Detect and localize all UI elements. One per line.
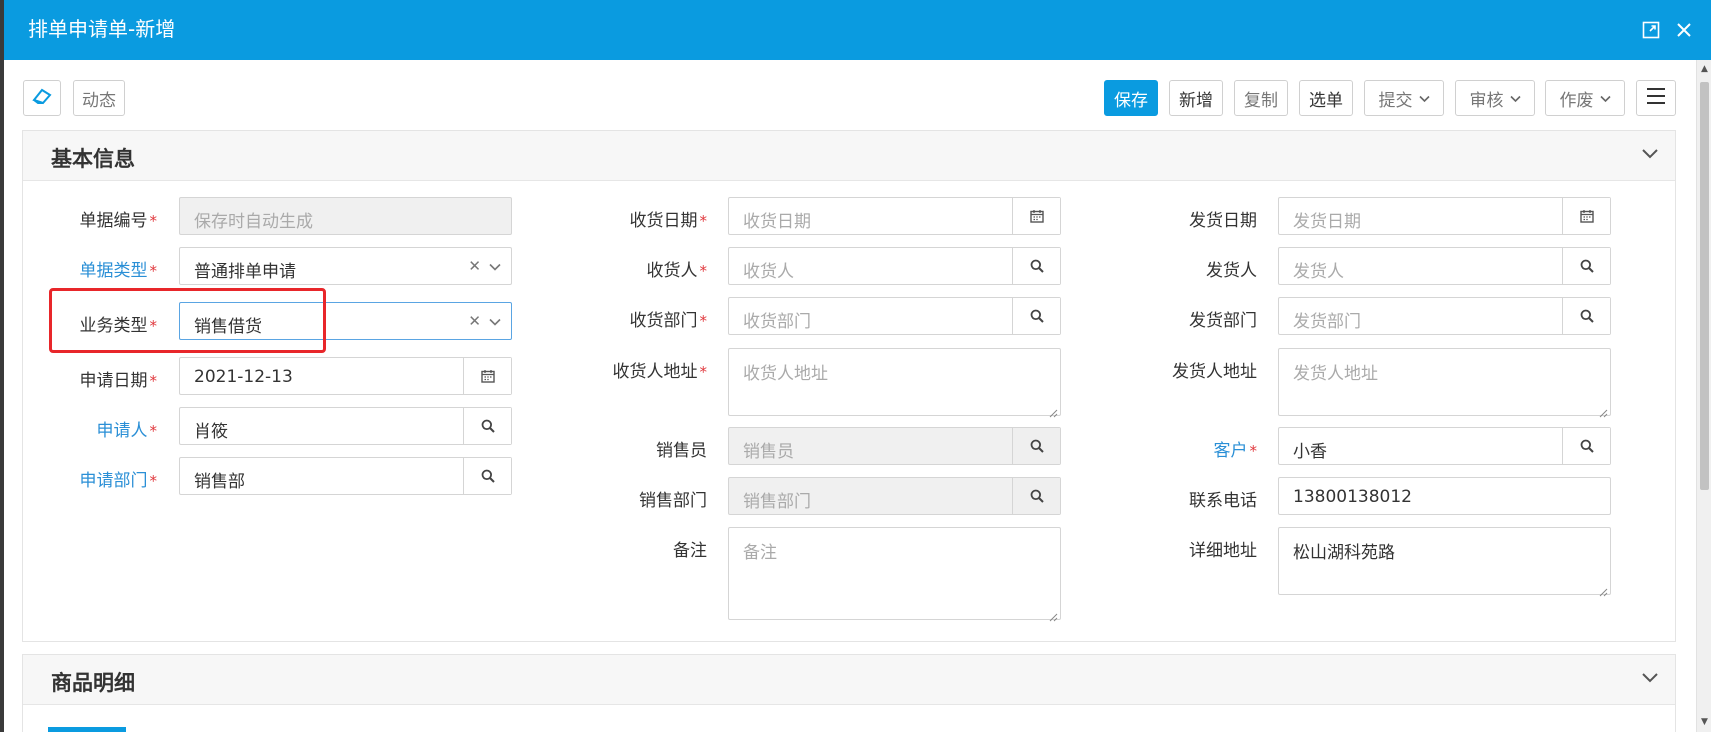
add-button[interactable]: 新增 bbox=[1169, 80, 1223, 116]
resize-handle-icon[interactable] bbox=[1598, 403, 1608, 418]
dynamic-button[interactable]: 动态 bbox=[73, 80, 125, 116]
phone-field[interactable]: 13800138012 bbox=[1278, 477, 1611, 515]
chevron-down-icon bbox=[1418, 88, 1430, 108]
calendar-icon[interactable] bbox=[463, 358, 511, 394]
search-icon[interactable] bbox=[1012, 298, 1060, 334]
receiver-label: 收货人 * bbox=[646, 261, 708, 281]
vertical-scrollbar[interactable]: ▲ ▼ bbox=[1696, 60, 1711, 732]
void-label: 作废 bbox=[1559, 90, 1594, 111]
dialog-content: 动态 保存 新增 复制 选单 提交 审核 作废 基本信息 单据编号 * 保存时自… bbox=[4, 60, 1696, 732]
doc-type-select[interactable]: 普通排单申请 ✕ bbox=[179, 247, 512, 285]
chevron-down-icon bbox=[1509, 88, 1521, 108]
chevron-down-icon bbox=[489, 257, 501, 275]
receiver-addr-textarea[interactable]: 收货人地址 bbox=[728, 348, 1061, 418]
applicant-label[interactable]: 申请人 * bbox=[44, 416, 158, 441]
receiver-addr-label: 收货人地址 * bbox=[612, 362, 708, 382]
basic-info-header[interactable]: 基本信息 bbox=[23, 131, 1675, 181]
receive-dept-label: 收货部门 * bbox=[629, 311, 708, 331]
resize-handle-icon[interactable] bbox=[1048, 607, 1058, 622]
search-icon[interactable] bbox=[1012, 248, 1060, 284]
eraser-button[interactable] bbox=[23, 80, 61, 116]
submit-dropdown[interactable]: 提交 bbox=[1364, 80, 1444, 116]
search-icon[interactable] bbox=[1012, 428, 1060, 464]
sales-dept-field: 销售部门 bbox=[728, 477, 1061, 515]
clear-icon[interactable]: ✕ bbox=[468, 312, 481, 330]
title-bar: 排单申请单-新增 bbox=[4, 0, 1711, 60]
menu-button[interactable] bbox=[1636, 80, 1676, 116]
hamburger-icon bbox=[1646, 87, 1666, 110]
chevron-down-icon bbox=[489, 312, 501, 330]
detail-addr-textarea[interactable]: 松山湖科苑路 bbox=[1278, 527, 1611, 597]
product-details-header[interactable]: 商品明细 bbox=[23, 655, 1675, 705]
chevron-down-icon[interactable] bbox=[1641, 669, 1661, 689]
apply-dept-field[interactable]: 销售部 bbox=[179, 457, 512, 495]
close-icon[interactable] bbox=[1670, 16, 1698, 44]
customer-label[interactable]: 客户 * bbox=[1104, 436, 1258, 461]
scroll-down-icon[interactable]: ▼ bbox=[1699, 717, 1710, 728]
void-dropdown[interactable]: 作废 bbox=[1545, 80, 1625, 116]
phone-label: 联系电话 bbox=[1189, 491, 1257, 511]
doc-no-field: 保存时自动生成 bbox=[179, 197, 512, 235]
search-icon[interactable] bbox=[1562, 298, 1610, 334]
chevron-down-icon[interactable] bbox=[1641, 145, 1661, 165]
audit-label: 审核 bbox=[1469, 90, 1504, 111]
customer-field[interactable]: 小香 bbox=[1278, 427, 1611, 465]
detail-addr-label: 详细地址 bbox=[1189, 541, 1257, 561]
ship-date-field[interactable]: 发货日期 bbox=[1278, 197, 1611, 235]
submit-label: 提交 bbox=[1378, 90, 1413, 111]
basic-info-title: 基本信息 bbox=[51, 147, 135, 171]
remark-label: 备注 bbox=[673, 541, 707, 561]
shipper-addr-textarea[interactable]: 发货人地址 bbox=[1278, 348, 1611, 418]
calendar-icon[interactable] bbox=[1012, 198, 1060, 234]
save-button[interactable]: 保存 bbox=[1104, 80, 1158, 116]
ship-date-label: 发货日期 bbox=[1189, 211, 1257, 231]
clear-icon[interactable]: ✕ bbox=[468, 257, 481, 275]
ship-dept-label: 发货部门 bbox=[1189, 311, 1257, 331]
shipper-field[interactable]: 发货人 bbox=[1278, 247, 1611, 285]
apply-date-label: 申请日期 * bbox=[79, 371, 158, 391]
receive-date-field[interactable]: 收货日期 bbox=[728, 197, 1061, 235]
receive-date-label: 收货日期 * bbox=[629, 211, 708, 231]
search-icon[interactable] bbox=[463, 408, 511, 444]
search-icon[interactable] bbox=[1012, 478, 1060, 514]
doc-no-label: 单据编号 * bbox=[79, 211, 158, 231]
audit-dropdown[interactable]: 审核 bbox=[1455, 80, 1535, 116]
dialog: 排单申请单-新增 动态 保存 新增 复制 选单 提交 审核 作废 基本信息 单据… bbox=[4, 0, 1711, 732]
copy-button[interactable]: 复制 bbox=[1234, 80, 1288, 116]
product-details-panel: 商品明细 bbox=[22, 654, 1676, 732]
eraser-icon bbox=[31, 86, 53, 111]
receive-dept-field[interactable]: 收货部门 bbox=[728, 297, 1061, 335]
details-tab-indicator bbox=[48, 727, 126, 732]
maximize-icon[interactable] bbox=[1637, 16, 1665, 44]
search-icon[interactable] bbox=[1562, 428, 1610, 464]
search-icon[interactable] bbox=[1562, 248, 1610, 284]
select-button[interactable]: 选单 bbox=[1299, 80, 1353, 116]
apply-dept-label[interactable]: 申请部门 * bbox=[44, 466, 158, 491]
sales-dept-label: 销售部门 bbox=[639, 491, 707, 511]
search-icon[interactable] bbox=[463, 458, 511, 494]
scroll-up-icon[interactable]: ▲ bbox=[1699, 64, 1710, 75]
apply-date-field[interactable]: 2021-12-13 bbox=[179, 357, 512, 395]
salesman-label: 销售员 bbox=[656, 441, 707, 461]
remark-textarea[interactable]: 备注 bbox=[728, 527, 1061, 622]
applicant-field[interactable]: 肖筱 bbox=[179, 407, 512, 445]
ship-dept-field[interactable]: 发货部门 bbox=[1278, 297, 1611, 335]
resize-handle-icon[interactable] bbox=[1048, 403, 1058, 418]
doc-type-label[interactable]: 单据类型 * bbox=[44, 256, 158, 281]
salesman-field: 销售员 bbox=[728, 427, 1061, 465]
product-details-title: 商品明细 bbox=[51, 671, 135, 695]
chevron-down-icon bbox=[1599, 88, 1611, 108]
calendar-icon[interactable] bbox=[1562, 198, 1610, 234]
window-title: 排单申请单-新增 bbox=[28, 17, 176, 41]
shipper-label: 发货人 bbox=[1206, 261, 1257, 281]
shipper-addr-label: 发货人地址 bbox=[1172, 362, 1257, 382]
receiver-field[interactable]: 收货人 bbox=[728, 247, 1061, 285]
annotation-highlight bbox=[49, 288, 326, 353]
scrollbar-thumb[interactable] bbox=[1700, 82, 1709, 490]
resize-handle-icon[interactable] bbox=[1598, 582, 1608, 597]
